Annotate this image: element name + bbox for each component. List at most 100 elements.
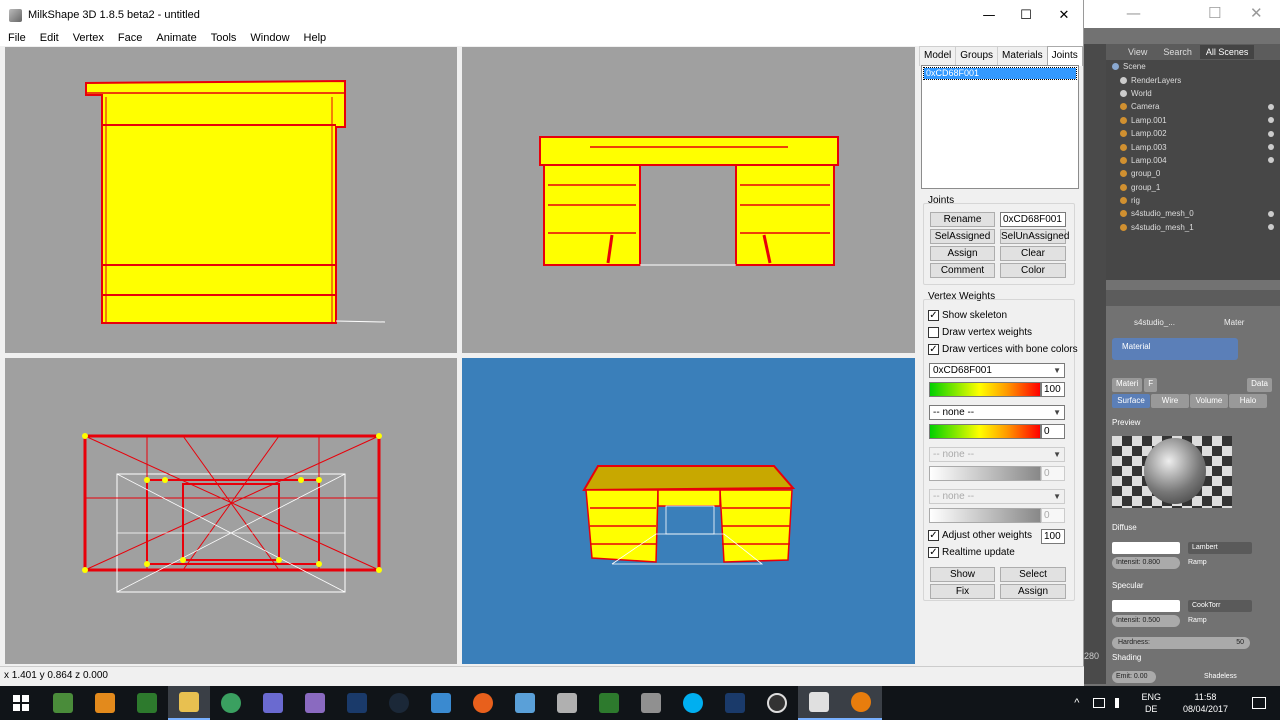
outliner-view-menu[interactable]: View (1120, 47, 1155, 57)
material-slot[interactable]: Material (1112, 338, 1238, 360)
outliner-row[interactable]: RenderLayers (1106, 73, 1280, 86)
tab-volume[interactable]: Volume (1190, 394, 1228, 408)
fake-user-button[interactable]: F (1144, 378, 1158, 392)
joint-list-item[interactable]: 0xCD68F001 (923, 67, 1077, 80)
menu-edit[interactable]: Edit (32, 32, 65, 44)
diffuse-heading[interactable]: Diffuse (1112, 523, 1137, 532)
outliner-row[interactable]: Lamp.002 (1106, 127, 1280, 140)
taskbar-app[interactable] (210, 686, 252, 720)
taskbar-app[interactable] (42, 686, 84, 720)
diffuse-color-swatch[interactable] (1112, 542, 1180, 554)
outliner-row[interactable]: rig (1106, 194, 1280, 207)
visibility-icon[interactable] (1268, 117, 1274, 124)
draw-bone-colors-checkbox[interactable]: ✓ Draw vertices with bone colors (928, 344, 1078, 355)
taskbar-app[interactable] (504, 686, 546, 720)
viewport-3d[interactable] (462, 358, 915, 664)
sel-assigned-button[interactable]: SelAssigned (930, 229, 995, 244)
checkbox-box[interactable]: ✓ (928, 530, 939, 541)
diffuse-intensity-field[interactable]: Intensit: 0.800 (1112, 557, 1180, 569)
outliner-row[interactable]: s4studio_mesh_1 (1106, 221, 1280, 234)
shadeless-toggle[interactable]: Shadeless (1204, 673, 1237, 680)
taskbar-app[interactable] (714, 686, 756, 720)
volume-icon[interactable] (1115, 698, 1125, 708)
outliner-row[interactable]: Lamp.001 (1106, 114, 1280, 127)
bone2-weight-slider[interactable] (929, 424, 1041, 439)
clock[interactable]: 11:58 08/04/2017 (1183, 691, 1228, 715)
outliner-search-menu[interactable]: Search (1155, 47, 1200, 57)
checkbox-box[interactable] (928, 327, 939, 338)
tray-chevron-icon[interactable]: ^ (1074, 697, 1079, 709)
taskbar-app[interactable] (168, 686, 210, 720)
specular-heading[interactable]: Specular (1112, 581, 1144, 590)
taskbar-app[interactable] (546, 686, 588, 720)
tab-wire[interactable]: Wire (1151, 394, 1189, 408)
taskbar-app[interactable] (588, 686, 630, 720)
tab-groups[interactable]: Groups (955, 46, 999, 66)
outliner-row[interactable]: group_0 (1106, 167, 1280, 180)
outliner-row[interactable]: group_1 (1106, 181, 1280, 194)
material-name-field[interactable]: Materi (1112, 378, 1143, 392)
taskbar-app[interactable] (462, 686, 504, 720)
minimize-button[interactable]: — (970, 0, 1008, 30)
bone1-select[interactable]: 0xCD68F001 ▼ (929, 363, 1065, 378)
visibility-icon[interactable] (1268, 144, 1274, 151)
checkbox-box[interactable]: ✓ (928, 344, 939, 355)
menu-window[interactable]: Window (242, 32, 295, 44)
joint-list[interactable]: 0xCD68F001 (921, 65, 1079, 189)
outliner-row[interactable]: s4studio_mesh_0 (1106, 207, 1280, 220)
data-dropdown[interactable]: Data (1247, 378, 1272, 392)
tab-halo[interactable]: Halo (1229, 394, 1267, 408)
bone2-select[interactable]: -- none -- ▼ (929, 405, 1065, 420)
comment-button[interactable]: Comment (930, 263, 995, 278)
network-icon[interactable] (1093, 698, 1106, 708)
joint-name-field[interactable]: 0xCD68F001 (1000, 212, 1066, 227)
menu-animate[interactable]: Animate (148, 32, 202, 44)
outliner-display-mode[interactable]: All Scenes (1199, 45, 1255, 59)
taskbar-app[interactable] (672, 686, 714, 720)
checkbox-box[interactable]: ✓ (928, 547, 939, 558)
emit-field[interactable]: Emit: 0.00 (1112, 671, 1156, 683)
draw-vertex-weights-checkbox[interactable]: Draw vertex weights (928, 327, 1032, 338)
diffuse-shader-dropdown[interactable]: Lambert (1188, 542, 1252, 554)
tab-joints[interactable]: Joints (1046, 46, 1083, 66)
clear-button[interactable]: Clear (1000, 246, 1066, 261)
taskbar-app[interactable] (252, 686, 294, 720)
menu-tools[interactable]: Tools (203, 32, 243, 44)
outliner-row[interactable]: Scene (1106, 60, 1280, 73)
blender-maximize-icon[interactable]: ☐ (1208, 4, 1221, 22)
preview-heading[interactable]: Preview (1112, 418, 1140, 427)
adjust-weights-value[interactable]: 100 (1041, 529, 1065, 544)
taskbar-app[interactable] (336, 686, 378, 720)
viewport-top[interactable] (5, 358, 457, 664)
assign-joint-button[interactable]: Assign (930, 246, 995, 261)
shading-heading[interactable]: Shading (1112, 653, 1141, 662)
maximize-button[interactable]: ☐ (1007, 0, 1045, 30)
viewport-side[interactable] (5, 47, 457, 353)
tab-surface[interactable]: Surface (1112, 394, 1150, 408)
breadcrumb-material[interactable]: Mater (1224, 318, 1244, 327)
outliner-row[interactable]: Lamp.004 (1106, 154, 1280, 167)
outliner-row[interactable]: Camera (1106, 100, 1280, 113)
language-indicator[interactable]: ENG DE (1141, 691, 1161, 715)
blender-close-icon[interactable]: ✕ (1250, 4, 1263, 22)
checkbox-box[interactable]: ✓ (928, 310, 939, 321)
taskbar-app[interactable] (756, 686, 798, 720)
taskbar-app[interactable] (630, 686, 672, 720)
outliner-row[interactable]: World (1106, 87, 1280, 100)
taskbar-app[interactable] (420, 686, 462, 720)
fix-button[interactable]: Fix (930, 584, 995, 599)
taskbar-app[interactable] (294, 686, 336, 720)
sel-unassigned-button[interactable]: SelUnAssigned (1000, 229, 1069, 244)
specular-ramp-toggle[interactable]: Ramp (1188, 617, 1207, 624)
rename-button[interactable]: Rename (930, 212, 995, 227)
taskbar-app[interactable] (126, 686, 168, 720)
visibility-icon[interactable] (1268, 103, 1274, 110)
visibility-icon[interactable] (1268, 130, 1274, 137)
bone2-weight-value[interactable]: 0 (1041, 424, 1065, 439)
taskbar-app[interactable] (84, 686, 126, 720)
menu-file[interactable]: File (0, 32, 32, 44)
notification-icon[interactable] (1252, 697, 1266, 709)
taskbar-app[interactable] (798, 686, 840, 720)
tab-model[interactable]: Model (919, 46, 957, 66)
tab-materials[interactable]: Materials (997, 46, 1048, 66)
